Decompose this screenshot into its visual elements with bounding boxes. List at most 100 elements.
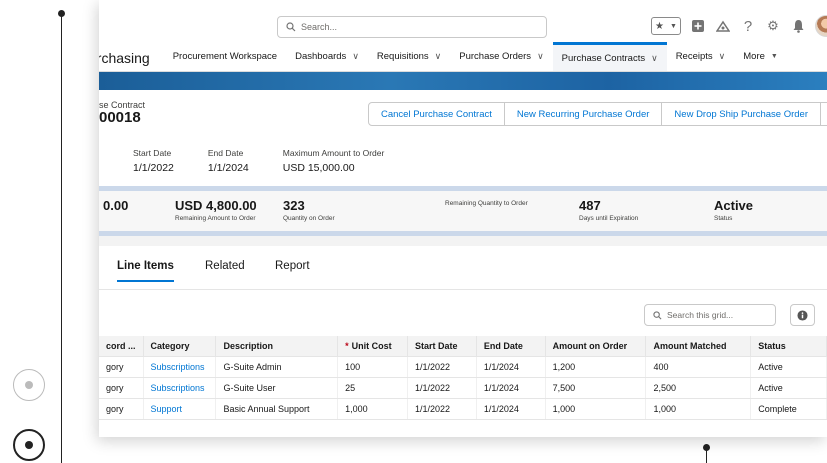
cell-end-date: 1/1/2024 [476, 356, 546, 378]
header-icons: ★ ▼ ? ⚙ [651, 15, 827, 37]
info-icon [797, 309, 808, 321]
metric-days-until-expiration: 487 Days until Expiration [579, 198, 638, 222]
cell-amount-matched: 2,500 [645, 377, 752, 399]
chevron-down-icon[interactable]: ∨ [435, 51, 442, 62]
chevron-down-icon[interactable]: ∨ [719, 51, 726, 62]
table-row[interactable]: gory Subscriptions G-Suite Admin 100 1/1… [99, 356, 827, 378]
column-header-description[interactable]: Description [215, 336, 339, 357]
field-label: Maximum Amount to Order [282, 148, 385, 158]
grid-search-input[interactable]: Search this grid... [644, 304, 776, 326]
grid-search-placeholder: Search this grid... [667, 310, 734, 320]
step-circle-inactive[interactable] [13, 369, 45, 401]
cell-record: gory [99, 356, 144, 378]
nav-item-dashboards[interactable]: Dashboards ∨ [286, 42, 368, 71]
stage: Search... ★ ▼ ? ⚙ rchasing Procurement W… [0, 0, 827, 463]
column-header-unit-cost[interactable]: * Unit Cost [337, 336, 409, 357]
gear-icon[interactable]: ⚙ [765, 18, 781, 34]
field-value: 1/1/2022 [133, 162, 174, 174]
nav-item-label: Purchase Orders [459, 51, 532, 62]
metric-value: 0.00 [103, 198, 129, 213]
cell-start-date: 1/1/2022 [407, 377, 477, 399]
cell-description: G-Suite Admin [215, 356, 339, 378]
app-nav-bar: urchasing Procurement Workspace Dashboar… [99, 42, 827, 72]
metric-caption: Quantity on Order [283, 215, 335, 222]
nav-item-purchase-contracts[interactable]: Purchase Contracts ∨ [552, 42, 667, 71]
nav-item-label: Procurement Workspace [172, 51, 278, 62]
avatar[interactable] [815, 15, 827, 37]
column-header-status[interactable]: Status [750, 336, 827, 357]
info-button[interactable] [790, 304, 815, 326]
caret-down-icon[interactable]: ▼ [771, 53, 778, 60]
metric-value: USD 4,800.00 [175, 198, 257, 213]
cell-end-date: 1/1/2024 [476, 398, 546, 420]
metric-remaining-amount: USD 4,800.00 Remaining Amount to Order [175, 198, 257, 222]
table-row[interactable]: gory Support Basic Annual Support 1,000 … [99, 398, 827, 420]
field-label: Start Date [133, 148, 172, 158]
metric-value: Active [714, 198, 754, 213]
column-header-record[interactable]: cord ... [99, 336, 144, 357]
cell-unit-cost[interactable]: 1,000 [337, 398, 409, 420]
global-search-placeholder: Search... [301, 22, 338, 32]
bell-icon[interactable] [790, 18, 806, 34]
column-header-start-date[interactable]: Start Date [407, 336, 477, 357]
cell-unit-cost[interactable]: 25 [337, 377, 409, 399]
tab-related[interactable]: Related [205, 260, 245, 280]
nav-item-more[interactable]: More ▼ [734, 42, 787, 71]
cell-start-date: 1/1/2022 [407, 356, 477, 378]
metric-value: 487 [579, 198, 601, 213]
nav-item-label: Requisitions [376, 51, 429, 62]
summary-metrics: 0.00 USD 4,800.00 Remaining Amount to Or… [99, 186, 827, 236]
nav-item-label: Dashboards [295, 51, 347, 62]
cell-record: gory [99, 377, 144, 399]
metric-first: 0.00 [103, 198, 128, 213]
chevron-down-icon[interactable]: ∨ [651, 53, 658, 64]
cell-status: Complete [750, 398, 827, 420]
nav-item-receipts[interactable]: Receipts ∨ [667, 42, 735, 71]
nav-item-requisitions[interactable]: Requisitions ∨ [368, 42, 450, 71]
help-icon[interactable]: ? [740, 18, 756, 35]
metric-caption: Remaining Amount to Order [175, 215, 256, 222]
cancel-purchase-contract-button[interactable]: Cancel Purchase Contract [368, 102, 505, 126]
cell-unit-cost[interactable]: 100 [337, 356, 409, 378]
column-header-amount-on-order[interactable]: Amount on Order [545, 336, 647, 357]
tab-line-items[interactable]: Line Items [117, 260, 174, 282]
chevron-down-icon[interactable]: ∨ [537, 51, 544, 62]
record-name: 00018 [99, 109, 141, 126]
favorites-button[interactable]: ★ ▼ [651, 17, 681, 35]
cell-category-link[interactable]: Subscriptions [143, 377, 217, 399]
step-circle-active[interactable] [13, 429, 45, 461]
brand-banner [99, 72, 827, 90]
field-maximum-amount: Maximum Amount to Order USD 15,000.00 [283, 148, 385, 174]
column-header-category[interactable]: Category [143, 336, 217, 357]
table-row[interactable]: gory Subscriptions G-Suite User 25 1/1/2… [99, 377, 827, 399]
line-items-table: cord ... Category Description * Unit Cost… [99, 336, 827, 420]
trailhead-icon[interactable] [715, 18, 731, 34]
new-drop-ship-purchase-order-button[interactable]: New Drop Ship Purchase Order [661, 102, 822, 126]
nav-item-label: More [743, 51, 765, 62]
nav-item-procurement-workspace[interactable]: Procurement Workspace [164, 42, 286, 71]
field-end-date: End Date 1/1/2024 [208, 148, 249, 174]
cell-amount-matched: 1,000 [645, 398, 752, 420]
cell-category-link[interactable]: Support [143, 398, 217, 420]
new-recurring-purchase-order-button[interactable]: New Recurring Purchase Order [503, 102, 663, 126]
record-actions: Cancel Purchase Contract New Recurring P… [368, 102, 827, 126]
chevron-down-icon[interactable]: ∨ [352, 51, 359, 62]
chevron-down-icon: ▼ [670, 22, 677, 30]
step-dot [25, 441, 33, 449]
rail-dot [58, 10, 65, 17]
more-actions-button[interactable]: ▼ [820, 102, 827, 126]
metric-value: 323 [283, 198, 305, 213]
record-tabs: Line Items Related Report [99, 246, 827, 290]
cell-amount-on-order: 1,000 [545, 398, 647, 420]
add-icon[interactable] [690, 18, 706, 34]
column-header-amount-matched[interactable]: Amount Matched [645, 336, 752, 357]
column-header-end-date[interactable]: End Date [476, 336, 546, 357]
pointer-dot [703, 444, 710, 451]
global-search-input[interactable]: Search... [277, 16, 547, 38]
tab-report[interactable]: Report [275, 260, 310, 280]
nav-item-purchase-orders[interactable]: Purchase Orders ∨ [450, 42, 552, 71]
cell-category-link[interactable]: Subscriptions [143, 356, 217, 378]
metric-caption: Days until Expiration [579, 215, 639, 222]
field-start-date: Start Date 1/1/2022 [133, 148, 174, 174]
cell-amount-on-order: 7,500 [545, 377, 647, 399]
